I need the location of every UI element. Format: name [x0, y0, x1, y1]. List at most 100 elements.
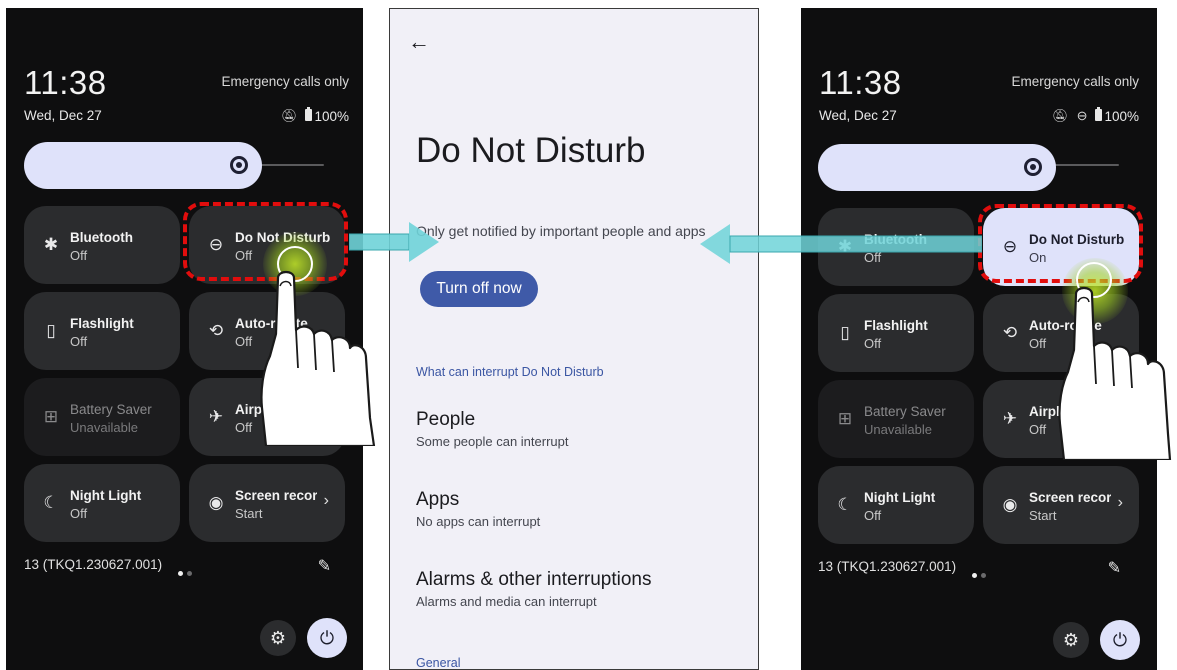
- tile-status: Off: [235, 334, 253, 349]
- network-status: Emergency calls only: [221, 74, 349, 89]
- page-indicator: [972, 565, 992, 578]
- tile-title: Bluetooth: [864, 232, 927, 247]
- tile-title: Airplane mode: [1029, 404, 1123, 419]
- section-header: What can interrupt Do Not Disturb: [416, 365, 604, 379]
- tile-flashlight[interactable]: ▯ Flashlight Off: [818, 294, 974, 372]
- battery-saver-icon: ⊞: [837, 409, 853, 428]
- power-icon: ⏻: [1112, 630, 1128, 650]
- battery-saver-icon: ⊞: [43, 407, 59, 426]
- tile-status: Start: [235, 506, 263, 521]
- moon-icon: ☾: [837, 495, 853, 514]
- tile-battery-saver[interactable]: ⊞ Battery Saver Unavailable: [24, 378, 180, 456]
- brightness-icon: [230, 156, 248, 174]
- dnd-status-icon: ⊖: [1076, 108, 1088, 123]
- tile-title: Flashlight: [864, 318, 928, 333]
- battery-indicator: 100%: [1095, 106, 1139, 124]
- tile-airplane-mode[interactable]: ✈︎ Airplane mode Off: [189, 378, 345, 456]
- tile-title: Screen record: [1029, 490, 1111, 505]
- date: Wed, Dec 27: [24, 108, 102, 123]
- tile-title: Bluetooth: [70, 230, 133, 245]
- date: Wed, Dec 27: [819, 108, 897, 123]
- setting-summary: No apps can interrupt: [416, 514, 541, 529]
- tile-status: Off: [70, 248, 88, 263]
- power-icon: ⏻: [319, 628, 335, 648]
- setting-people[interactable]: People Some people can interrupt: [416, 409, 568, 449]
- screen-record-icon: ◉: [1002, 495, 1018, 514]
- dnd-icon: ⊖: [1002, 237, 1018, 256]
- tile-airplane-mode[interactable]: ✈︎ Airplane mode Off: [983, 380, 1139, 458]
- brightness-icon: [1024, 158, 1042, 176]
- tile-status: Off: [70, 506, 88, 521]
- tile-status: Off: [864, 508, 882, 523]
- tile-battery-saver[interactable]: ⊞ Battery Saver Unavailable: [818, 380, 974, 458]
- rotate-icon: ⟲: [1002, 323, 1018, 342]
- settings-button[interactable]: ⚙︎: [260, 620, 296, 656]
- chevron-right-icon[interactable]: ›: [1118, 494, 1123, 512]
- setting-title: Apps: [416, 489, 460, 510]
- tile-title: Screen record: [235, 488, 317, 503]
- tile-title: Flashlight: [70, 316, 134, 331]
- tile-status: Off: [1029, 336, 1047, 351]
- status-icons: 🔕︎ 100%: [280, 106, 349, 124]
- flashlight-icon: ▯: [840, 323, 850, 342]
- build-number[interactable]: 13 (TKQ1.230627.001): [818, 559, 956, 574]
- power-button[interactable]: ⏻: [1100, 620, 1140, 660]
- ringer-muted-icon: 🔕︎: [280, 108, 298, 123]
- tile-do-not-disturb[interactable]: ⊖ Do Not Disturb On: [983, 208, 1139, 286]
- bluetooth-icon: ✱: [837, 237, 853, 256]
- tile-auto-rotate[interactable]: ⟲ Auto-rotate Off: [189, 292, 345, 370]
- back-arrow-icon[interactable]: ←: [408, 29, 430, 55]
- dnd-icon: ⊖: [208, 235, 224, 254]
- tile-title: Auto-rotate: [1029, 318, 1102, 333]
- edit-icon[interactable]: ✎: [318, 556, 331, 576]
- turn-off-now-button[interactable]: Turn off now: [420, 271, 538, 307]
- tile-auto-rotate[interactable]: ⟲ Auto-rotate Off: [983, 294, 1139, 372]
- airplane-icon: ✈︎: [1002, 409, 1018, 428]
- setting-alarms[interactable]: Alarms & other interruptions Alarms and …: [416, 569, 652, 609]
- tile-status: Off: [235, 420, 253, 435]
- page-description: Only get notified by important people an…: [416, 223, 706, 239]
- setting-title: People: [416, 409, 476, 430]
- ringer-muted-icon: 🔕︎: [1052, 108, 1069, 123]
- edit-icon[interactable]: ✎: [1108, 558, 1121, 578]
- tile-night-light[interactable]: ☾ Night Light Off: [24, 464, 180, 542]
- clock: 11:38: [24, 64, 107, 101]
- tile-status: Start: [1029, 508, 1057, 523]
- tile-night-light[interactable]: ☾ Night Light Off: [818, 466, 974, 544]
- battery-indicator: 100%: [305, 106, 349, 124]
- tile-status: Off: [235, 248, 253, 263]
- tile-title: Airplane mode: [235, 402, 329, 417]
- tile-title: Do Not Disturb: [1029, 232, 1125, 247]
- flashlight-icon: ▯: [46, 321, 56, 340]
- setting-apps[interactable]: Apps No apps can interrupt: [416, 489, 540, 529]
- brightness-slider[interactable]: [818, 144, 1056, 191]
- tile-title: Auto-rotate: [235, 316, 308, 331]
- section-header-general: General: [416, 656, 461, 670]
- tile-title: Battery Saver: [864, 404, 946, 419]
- dnd-settings-page: ← Do Not Disturb Only get notified by im…: [389, 8, 759, 670]
- settings-button[interactable]: ⚙︎: [1053, 622, 1089, 658]
- power-button[interactable]: ⏻: [307, 618, 347, 658]
- brightness-slider[interactable]: [24, 142, 262, 189]
- tile-status: Off: [70, 334, 88, 349]
- tile-status: Off: [864, 250, 882, 265]
- quick-settings-panel-off: 11:38 Emergency calls only Wed, Dec 27 🔕…: [6, 8, 363, 670]
- tile-status: Unavailable: [70, 420, 138, 435]
- battery-icon: [305, 106, 313, 121]
- screen-record-icon: ◉: [208, 493, 224, 512]
- tile-status: Off: [864, 336, 882, 351]
- tile-screen-record[interactable]: ◉ Screen record Start ›: [189, 464, 345, 542]
- tile-screen-record[interactable]: ◉ Screen record Start ›: [983, 466, 1139, 544]
- page-title: Do Not Disturb: [416, 131, 646, 170]
- tile-bluetooth[interactable]: ✱ Bluetooth Off: [818, 208, 974, 286]
- tile-bluetooth[interactable]: ✱ Bluetooth Off: [24, 206, 180, 284]
- chevron-right-icon[interactable]: ›: [324, 492, 329, 510]
- setting-summary: Some people can interrupt: [416, 434, 569, 449]
- battery-icon: [1095, 106, 1103, 121]
- tile-title: Battery Saver: [70, 402, 152, 417]
- build-number[interactable]: 13 (TKQ1.230627.001): [24, 557, 162, 572]
- tile-do-not-disturb[interactable]: ⊖ Do Not Disturb Off: [189, 206, 345, 284]
- tile-flashlight[interactable]: ▯ Flashlight Off: [24, 292, 180, 370]
- gear-icon: ⚙︎: [269, 628, 287, 648]
- moon-icon: ☾: [43, 493, 59, 512]
